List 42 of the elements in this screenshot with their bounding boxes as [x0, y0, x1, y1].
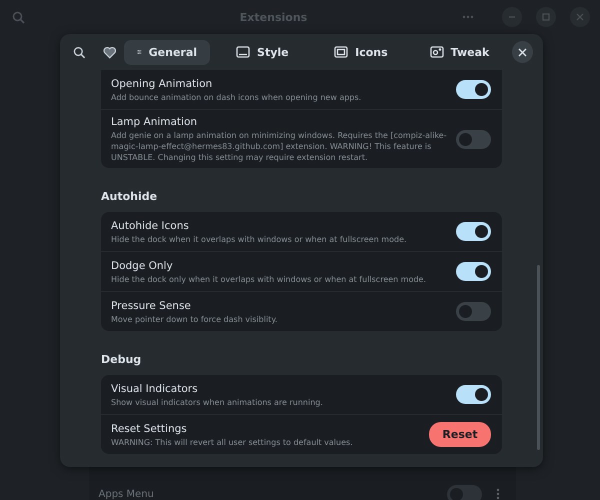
- panel-icon: [236, 46, 250, 58]
- toggle-switch[interactable]: [456, 80, 491, 99]
- toggle-switch[interactable]: [456, 302, 491, 321]
- setting-description: Add bounce animation on dash icons when opening new apps.: [111, 92, 362, 102]
- setting-label: Visual Indicators: [111, 382, 199, 396]
- heart-icon[interactable]: [102, 46, 116, 58]
- setting-label: Reset Settings: [111, 422, 188, 436]
- frame-icon: [334, 46, 348, 58]
- more-icon[interactable]: [462, 15, 474, 19]
- setting-label: Opening Animation: [111, 76, 214, 92]
- setting-description: WARNING: This will revert all user settings to default values.: [111, 436, 354, 448]
- close-icon: [576, 13, 584, 21]
- scrollbar[interactable]: [537, 265, 540, 450]
- setting-description: Add genie on a lamp animation on minimizing windows. Requires the [compiz-alike-magic-lamp-effect@hermes83.github.com] extension. WARNING! This feature is UNSTABLE. Changing this setting may require extension restart.: [111, 130, 448, 163]
- setting-label: Pressure Sense: [111, 298, 192, 314]
- setting-description: Hide the dock only when it overlaps with windows or when at fullscreen mode.: [111, 274, 428, 284]
- section-title: Debug: [101, 353, 142, 366]
- tab[interactable]: Tweak: [413, 40, 506, 64]
- setting-label: Dodge Only: [111, 258, 174, 274]
- close-icon: [518, 48, 527, 56]
- tab[interactable]: General: [124, 40, 210, 64]
- setting-description: Show visual indicators when animations are running.: [111, 396, 324, 408]
- toggle-switch[interactable]: [456, 385, 491, 404]
- toggle-switch[interactable]: [456, 222, 491, 241]
- setting-label: Lamp Animation: [111, 115, 198, 130]
- image-icon: [430, 46, 444, 58]
- close-button[interactable]: [512, 41, 533, 63]
- toggle-switch[interactable]: [456, 130, 491, 148]
- setting-description: Move pointer down to force dash visiblity.: [111, 314, 278, 324]
- toggle-switch[interactable]: [456, 262, 491, 281]
- maximize-button[interactable]: [536, 7, 556, 27]
- section-title: Autohide: [101, 190, 158, 203]
- tab[interactable]: Icons: [314, 40, 408, 64]
- reset-button[interactable]: Reset: [429, 422, 491, 447]
- tab[interactable]: Style: [216, 40, 309, 64]
- maximize-icon: [542, 13, 550, 21]
- setting-description: Hide the dock when it overlaps with windows or when at fullscreen mode.: [111, 234, 408, 244]
- extension-name: Apps Menu: [98, 488, 155, 500]
- more-icon[interactable]: [496, 488, 500, 500]
- search-icon[interactable]: [73, 46, 86, 58]
- minimize-button[interactable]: [502, 7, 522, 27]
- setting-label: Autohide Icons: [111, 218, 190, 234]
